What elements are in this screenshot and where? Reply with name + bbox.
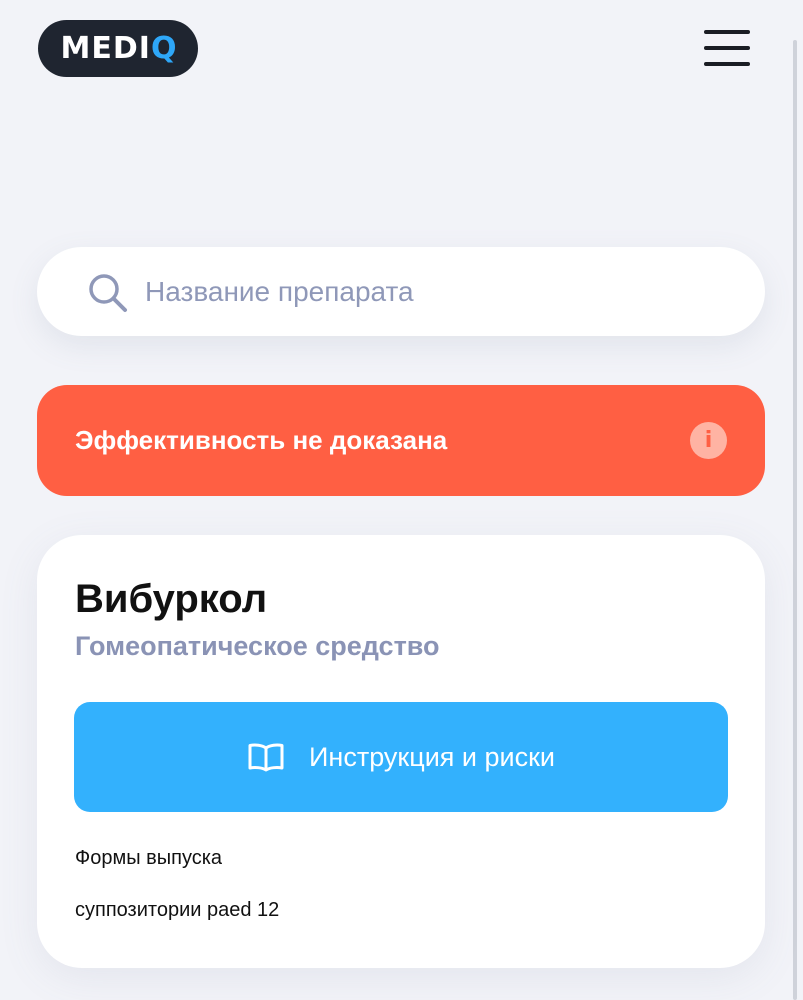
release-form-item: суппозитории paed 12 xyxy=(75,899,280,921)
info-icon[interactable]: i xyxy=(690,422,727,459)
drug-category: Гомеопатическое средство xyxy=(75,631,440,661)
hamburger-menu-icon[interactable] xyxy=(704,30,752,66)
menu-line xyxy=(704,46,750,50)
logo-accent-letter: Q xyxy=(150,31,178,66)
book-icon xyxy=(248,743,284,772)
instructions-button-label: Инструкция и риски xyxy=(309,742,555,772)
release-forms-title: Формы выпуска xyxy=(75,847,223,869)
instructions-button[interactable]: Инструкция и риски xyxy=(74,702,728,812)
menu-line xyxy=(704,30,750,34)
search-bar[interactable] xyxy=(37,247,765,336)
effectiveness-alert-banner[interactable]: Эффективность не доказана i xyxy=(37,385,765,496)
mediq-logo[interactable]: MEDIQ xyxy=(38,20,198,77)
search-input[interactable] xyxy=(145,269,725,314)
logo-text: MEDIQ xyxy=(60,31,178,66)
alert-text: Эффективность не доказана xyxy=(75,425,448,455)
menu-line xyxy=(704,62,750,66)
page-scrollbar[interactable] xyxy=(793,40,797,1000)
drug-card: Вибуркол Гомеопатическое средство Инстру… xyxy=(37,535,765,968)
drug-name: Вибуркол xyxy=(75,577,268,621)
search-icon xyxy=(89,274,127,312)
page: MEDIQ Эффективность не доказана i Вибурк… xyxy=(0,0,803,1000)
